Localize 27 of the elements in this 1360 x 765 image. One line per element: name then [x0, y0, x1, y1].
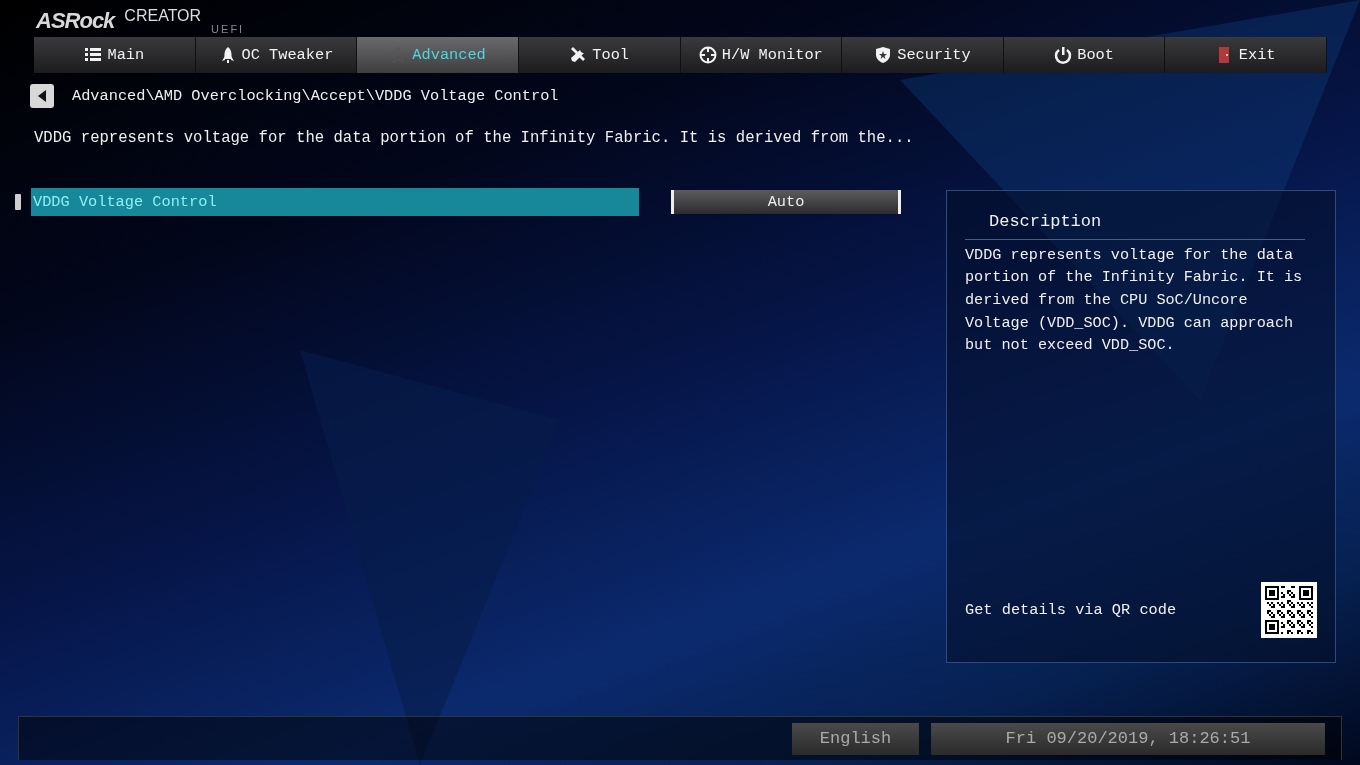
setting-value-button[interactable]: Auto — [671, 190, 901, 215]
help-text: VDDG represents voltage for the data portion of the Infinity Fabric. It is derived from the... — [34, 128, 915, 149]
menu-tab[interactable]: OC Tweaker — [195, 37, 358, 73]
breadcrumb-path: Advanced\AMD Overclocking\Accept\VDDG Voltage Control — [72, 85, 559, 107]
description-title: Description — [989, 211, 1103, 234]
uefi-label: UEFI — [211, 24, 245, 35]
menu-tab[interactable]: Main — [34, 37, 196, 73]
tools-icon — [569, 46, 588, 64]
edition-label: CREATOR — [124, 8, 202, 24]
brand-logo: ASRock — [36, 10, 115, 35]
menu-tab[interactable]: Boot — [1003, 37, 1166, 73]
menu-tab[interactable]: Exit — [1165, 37, 1327, 73]
back-arrow-icon — [37, 90, 47, 102]
qr-code — [1261, 582, 1317, 639]
description-text: VDDG represents voltage for the data portion of the Infinity Fabric. It is derived from the CPU SoC/Uncore Voltage (VDD_SOC). VDDG can approach but not exceed VDD_SOC. — [965, 244, 1304, 357]
qr-hint-text: Get details via QR code — [965, 599, 1177, 621]
menu-tab[interactable]: H/W Monitor — [680, 37, 843, 73]
date-time-display: Fri 09/20/2019, 18:26:51 — [931, 722, 1325, 755]
menu-tab[interactable]: Advanced — [357, 37, 519, 73]
power-icon — [1054, 46, 1073, 64]
menu-tab[interactable]: Tool — [518, 37, 681, 73]
list-icon — [84, 46, 103, 64]
language-button[interactable]: English — [792, 722, 919, 755]
back-button[interactable] — [30, 84, 54, 108]
crosshair-icon — [698, 46, 717, 64]
shield-icon — [874, 46, 893, 64]
menu-tab[interactable]: Security — [842, 37, 1004, 73]
